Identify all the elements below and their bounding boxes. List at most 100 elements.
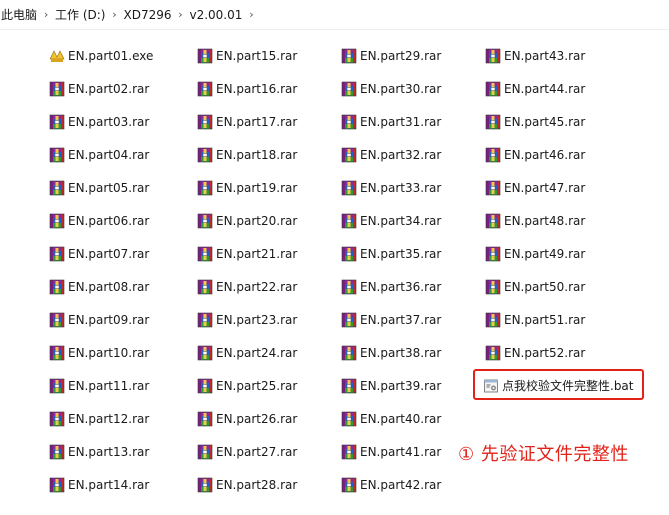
file-name: EN.part03.rar bbox=[68, 115, 150, 129]
file-item[interactable]: EN.part07.rar bbox=[49, 245, 149, 263]
file-item[interactable]: EN.part21.rar bbox=[197, 245, 297, 263]
file-item[interactable]: EN.part14.rar bbox=[49, 476, 149, 494]
chevron-right-icon[interactable] bbox=[242, 8, 260, 21]
chevron-right-icon[interactable] bbox=[171, 8, 189, 21]
file-name: EN.part07.rar bbox=[68, 247, 150, 261]
winrar-archive-icon bbox=[341, 246, 357, 262]
file-item[interactable]: EN.part18.rar bbox=[197, 146, 297, 164]
file-item[interactable]: EN.part03.rar bbox=[49, 113, 149, 131]
winrar-archive-icon bbox=[341, 444, 357, 460]
file-item[interactable]: EN.part47.rar bbox=[485, 179, 585, 197]
file-item[interactable]: EN.part38.rar bbox=[341, 344, 441, 362]
file-item[interactable]: EN.part43.rar bbox=[485, 47, 585, 65]
breadcrumb-folder-xd7296[interactable]: XD7296 bbox=[123, 8, 171, 22]
file-item[interactable]: EN.part11.rar bbox=[49, 377, 149, 395]
file-name: EN.part28.rar bbox=[216, 478, 298, 492]
file-name: EN.part15.rar bbox=[216, 49, 298, 63]
file-name: EN.part32.rar bbox=[360, 148, 442, 162]
file-item[interactable]: EN.part45.rar bbox=[485, 113, 585, 131]
file-item[interactable]: EN.part28.rar bbox=[197, 476, 297, 494]
breadcrumb-drive-d[interactable]: 工作 (D:) bbox=[55, 6, 105, 23]
file-item[interactable]: EN.part27.rar bbox=[197, 443, 297, 461]
file-item[interactable]: EN.part29.rar bbox=[341, 47, 441, 65]
file-item[interactable]: EN.part37.rar bbox=[341, 311, 441, 329]
file-item[interactable]: EN.part32.rar bbox=[341, 146, 441, 164]
file-item[interactable]: EN.part36.rar bbox=[341, 278, 441, 296]
file-name: EN.part20.rar bbox=[216, 214, 298, 228]
file-item[interactable]: EN.part05.rar bbox=[49, 179, 149, 197]
winrar-archive-icon bbox=[49, 444, 65, 460]
file-item[interactable]: EN.part15.rar bbox=[197, 47, 297, 65]
winrar-archive-icon bbox=[49, 213, 65, 229]
file-item[interactable]: EN.part08.rar bbox=[49, 278, 149, 296]
file-item[interactable]: EN.part49.rar bbox=[485, 245, 585, 263]
winrar-archive-icon bbox=[197, 48, 213, 64]
file-item[interactable]: EN.part06.rar bbox=[49, 212, 149, 230]
file-item[interactable]: EN.part30.rar bbox=[341, 80, 441, 98]
file-item[interactable]: EN.part26.rar bbox=[197, 410, 297, 428]
file-item[interactable]: EN.part52.rar bbox=[485, 344, 585, 362]
file-name: EN.part34.rar bbox=[360, 214, 442, 228]
file-item[interactable]: EN.part12.rar bbox=[49, 410, 149, 428]
winrar-archive-icon bbox=[341, 48, 357, 64]
file-item[interactable]: EN.part42.rar bbox=[341, 476, 441, 494]
file-item[interactable]: EN.part09.rar bbox=[49, 311, 149, 329]
file-name: EN.part35.rar bbox=[360, 247, 442, 261]
file-item[interactable]: EN.part40.rar bbox=[341, 410, 441, 428]
breadcrumb-this-pc[interactable]: 此电脑 bbox=[1, 6, 37, 23]
file-name: EN.part11.rar bbox=[68, 379, 150, 393]
winrar-archive-icon bbox=[197, 180, 213, 196]
file-name: EN.part22.rar bbox=[216, 280, 298, 294]
file-item[interactable]: EN.part51.rar bbox=[485, 311, 585, 329]
file-item[interactable]: EN.part48.rar bbox=[485, 212, 585, 230]
file-name: EN.part14.rar bbox=[68, 478, 150, 492]
file-item[interactable]: EN.part35.rar bbox=[341, 245, 441, 263]
file-item[interactable]: EN.part33.rar bbox=[341, 179, 441, 197]
file-item[interactable]: EN.part50.rar bbox=[485, 278, 585, 296]
file-item[interactable]: EN.part19.rar bbox=[197, 179, 297, 197]
winrar-archive-icon bbox=[49, 180, 65, 196]
file-name: EN.part42.rar bbox=[360, 478, 442, 492]
file-name: EN.part46.rar bbox=[504, 148, 586, 162]
breadcrumb-folder-version[interactable]: v2.00.01 bbox=[189, 8, 242, 22]
winrar-archive-icon bbox=[341, 147, 357, 163]
file-item[interactable]: EN.part44.rar bbox=[485, 80, 585, 98]
file-item[interactable]: EN.part04.rar bbox=[49, 146, 149, 164]
file-item[interactable]: EN.part31.rar bbox=[341, 113, 441, 131]
file-item[interactable]: EN.part23.rar bbox=[197, 311, 297, 329]
file-item[interactable]: EN.part41.rar bbox=[341, 443, 441, 461]
file-item[interactable]: EN.part13.rar bbox=[49, 443, 149, 461]
file-name: EN.part47.rar bbox=[504, 181, 586, 195]
file-item[interactable]: EN.part24.rar bbox=[197, 344, 297, 362]
file-item[interactable]: EN.part10.rar bbox=[49, 344, 149, 362]
breadcrumb: 此电脑 工作 (D:) XD7296 v2.00.01 bbox=[0, 0, 669, 30]
file-name: EN.part44.rar bbox=[504, 82, 586, 96]
file-item[interactable]: EN.part01.exe bbox=[49, 47, 153, 65]
file-item[interactable]: EN.part46.rar bbox=[485, 146, 585, 164]
chevron-right-icon[interactable] bbox=[105, 8, 123, 21]
file-name: EN.part38.rar bbox=[360, 346, 442, 360]
file-name: EN.part02.rar bbox=[68, 82, 150, 96]
winrar-archive-icon bbox=[49, 114, 65, 130]
file-name: EN.part33.rar bbox=[360, 181, 442, 195]
winrar-archive-icon bbox=[341, 312, 357, 328]
winrar-archive-icon bbox=[197, 345, 213, 361]
winrar-archive-icon bbox=[197, 246, 213, 262]
winrar-archive-icon bbox=[485, 81, 501, 97]
file-item[interactable]: EN.part02.rar bbox=[49, 80, 149, 98]
file-item[interactable]: EN.part25.rar bbox=[197, 377, 297, 395]
winrar-archive-icon bbox=[197, 213, 213, 229]
file-item[interactable]: EN.part34.rar bbox=[341, 212, 441, 230]
file-item[interactable]: EN.part22.rar bbox=[197, 278, 297, 296]
winrar-archive-icon bbox=[341, 345, 357, 361]
winrar-archive-icon bbox=[49, 378, 65, 394]
chevron-right-icon[interactable] bbox=[37, 8, 55, 21]
annotation-text: ① 先验证文件完整性 bbox=[458, 444, 629, 465]
file-item[interactable]: EN.part17.rar bbox=[197, 113, 297, 131]
file-item[interactable]: EN.part16.rar bbox=[197, 80, 297, 98]
file-name: EN.part08.rar bbox=[68, 280, 150, 294]
file-item[interactable]: EN.part20.rar bbox=[197, 212, 297, 230]
file-name: EN.part30.rar bbox=[360, 82, 442, 96]
file-item[interactable]: EN.part39.rar bbox=[341, 377, 441, 395]
file-name: EN.part50.rar bbox=[504, 280, 586, 294]
